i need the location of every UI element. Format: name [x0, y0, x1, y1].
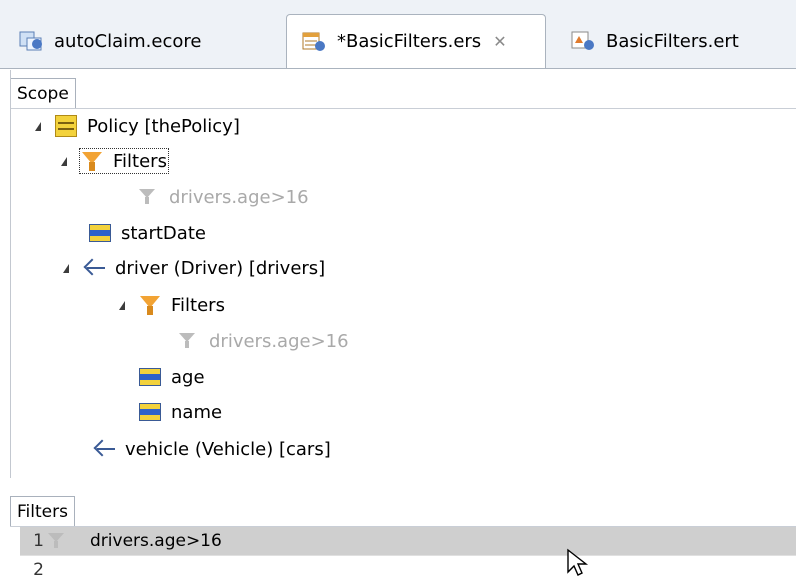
class-icon	[55, 115, 77, 137]
funnel-icon	[46, 530, 68, 552]
tree-item-policy[interactable]: Policy [thePolicy]	[35, 109, 240, 143]
tree-item-filter-expression[interactable]: drivers.age>16	[177, 324, 349, 358]
funnel-icon	[177, 330, 199, 352]
funnel-icon	[137, 186, 159, 208]
filter-expression-cell[interactable]: drivers.age>16	[90, 531, 222, 551]
ers-file-icon	[301, 30, 327, 54]
tab-autoclaim-ecore[interactable]: autoClaim.ecore	[4, 14, 272, 68]
tree-item-label: Filters	[171, 294, 225, 316]
tree-item-startdate[interactable]: startDate	[89, 216, 206, 250]
expand-arrow-icon[interactable]	[35, 121, 41, 131]
mouse-pointer-icon	[567, 548, 589, 576]
ecore-model-icon	[18, 29, 44, 53]
expand-arrow-icon[interactable]	[63, 263, 69, 273]
row-number: 1	[33, 531, 44, 551]
tree-item-label: drivers.age>16	[209, 330, 349, 352]
tree-item-vehicle[interactable]: vehicle (Vehicle) [cars]	[93, 432, 331, 466]
tree-item-label: Filters	[113, 150, 167, 172]
tree-item-label: Policy [thePolicy]	[87, 115, 240, 137]
tab-basicfilters-ers[interactable]: *BasicFilters.ers ✕	[286, 14, 546, 68]
tab-label: BasicFilters.ert	[606, 30, 739, 52]
expand-arrow-icon[interactable]	[61, 156, 67, 166]
tree-item-label: drivers.age>16	[169, 186, 309, 208]
tree-item-driver[interactable]: driver (Driver) [drivers]	[63, 251, 325, 285]
reference-icon	[93, 438, 115, 460]
row-number-cell: 2	[20, 560, 90, 580]
filter-folder-icon	[81, 150, 103, 172]
ert-file-icon	[570, 29, 596, 53]
filters-panel-tabs: Filters	[10, 496, 796, 527]
scope-tree: Policy [thePolicy] Filters drivers.age>1…	[10, 70, 796, 478]
tree-item-age[interactable]: age	[139, 360, 205, 394]
close-icon[interactable]: ✕	[493, 32, 506, 51]
editor-tab-bar: autoClaim.ecore *BasicFilters.ers ✕ Basi…	[0, 0, 796, 69]
expand-arrow-icon[interactable]	[119, 300, 125, 310]
table-row[interactable]: 2	[20, 555, 796, 584]
tree-item-label: age	[171, 366, 205, 388]
tab-label: autoClaim.ecore	[54, 30, 202, 52]
tree-item-filters[interactable]: Filters	[61, 144, 169, 178]
tree-item-label: vehicle (Vehicle) [cars]	[125, 438, 331, 460]
tab-filters[interactable]: Filters	[10, 496, 75, 526]
filter-folder-icon	[139, 294, 161, 316]
attribute-icon	[139, 403, 161, 421]
tree-item-label: driver (Driver) [drivers]	[115, 257, 326, 279]
attribute-icon	[139, 368, 161, 386]
tree-item-filter-expression[interactable]: drivers.age>16	[137, 180, 309, 214]
attribute-icon	[89, 224, 111, 242]
tab-basicfilters-ert[interactable]: BasicFilters.ert	[556, 14, 796, 68]
table-row[interactable]: 1 drivers.age>16	[20, 527, 796, 555]
reference-icon	[83, 257, 105, 279]
tree-item-label: startDate	[121, 222, 206, 244]
tree-item-name[interactable]: name	[139, 395, 222, 429]
row-number: 2	[33, 560, 44, 580]
row-number-cell: 1	[20, 530, 90, 552]
tree-item-driver-filters[interactable]: Filters	[119, 288, 225, 322]
tab-label: *BasicFilters.ers	[337, 31, 482, 52]
tree-item-focus: Filters	[79, 148, 169, 174]
tree-item-label: name	[171, 401, 223, 423]
